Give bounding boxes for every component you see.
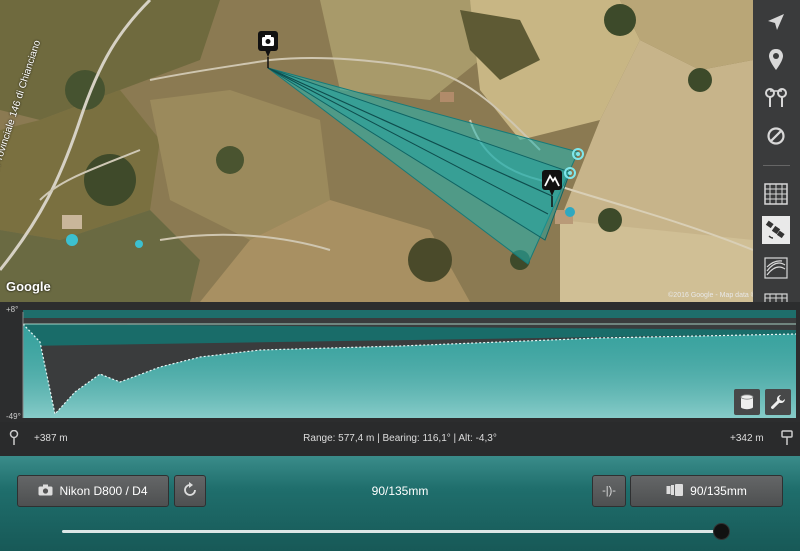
camera-select-button[interactable]: Nikon D800 / D4 xyxy=(17,475,169,507)
mountain-marker-icon[interactable] xyxy=(541,169,563,209)
lens-adjust-button[interactable]: -|)- xyxy=(592,475,626,507)
location-arrow-icon[interactable] xyxy=(762,8,790,36)
lens-adjust-icon: -|)- xyxy=(602,485,616,497)
camera-marker-icon[interactable] xyxy=(257,30,279,70)
altitude-max-label: +8° xyxy=(6,305,19,314)
layers-icon[interactable] xyxy=(762,290,790,302)
satellite-map[interactable]: Strada Provinciale 146 di Chianciano xyxy=(0,0,753,302)
range-bearing-summary: Range: 577,4 m | Bearing: 116,1° | Alt: … xyxy=(303,433,497,444)
grid-map-icon[interactable] xyxy=(762,180,790,208)
reset-button[interactable] xyxy=(174,475,206,507)
camera-icon xyxy=(38,484,53,499)
place-pin-icon[interactable] xyxy=(762,46,790,74)
lens-icon xyxy=(666,483,684,499)
altitude-min-label: -49° xyxy=(6,412,21,421)
no-symbol-icon[interactable] xyxy=(762,122,790,150)
focal-length-display: 90/135mm xyxy=(371,484,429,498)
camera-label: Nikon D800 / D4 xyxy=(59,484,148,498)
focal-slider-thumb[interactable] xyxy=(713,523,730,540)
wrench-icon[interactable] xyxy=(765,389,791,415)
elevation-profile[interactable] xyxy=(0,302,800,422)
satellite-icon[interactable] xyxy=(762,216,790,244)
lens-label: 90/135mm xyxy=(690,484,747,498)
right-elevation: +342 m xyxy=(730,433,764,444)
lens-select-button[interactable]: 90/135mm xyxy=(630,475,783,507)
focal-slider-track[interactable] xyxy=(62,530,730,533)
google-logo: Google xyxy=(6,279,51,294)
terrain-icon[interactable] xyxy=(762,254,790,282)
pin-pair-icon[interactable] xyxy=(762,84,790,112)
cylinder-icon[interactable] xyxy=(734,389,760,415)
rotate-icon xyxy=(182,481,198,501)
map-toolbar xyxy=(753,0,800,302)
toolbar-divider xyxy=(763,165,790,166)
right-pin-icon xyxy=(781,430,793,451)
